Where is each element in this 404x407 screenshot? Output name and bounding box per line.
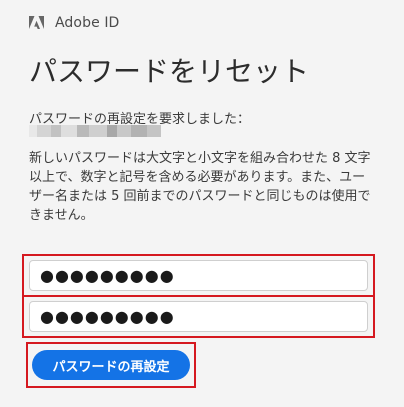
- page-title: パスワードをリセット: [29, 55, 310, 88]
- reset-password-button[interactable]: パスワードの再設定: [32, 350, 190, 380]
- password-requirements: 新しいパスワードは大文字と小文字を組み合わせた 8 文字以上で、数字と記号を含め…: [29, 151, 371, 223]
- submit-highlight: パスワードの再設定: [26, 342, 196, 388]
- new-password-input[interactable]: [29, 260, 368, 291]
- redacted-email: [29, 125, 161, 137]
- highlight-divider: [24, 295, 373, 297]
- brand-name: Adobe ID: [55, 15, 120, 31]
- app-header: Adobe ID: [29, 13, 119, 33]
- confirm-password-input[interactable]: [29, 301, 368, 332]
- adobe-logo-icon: [29, 15, 44, 31]
- password-fields-highlight: [22, 254, 375, 338]
